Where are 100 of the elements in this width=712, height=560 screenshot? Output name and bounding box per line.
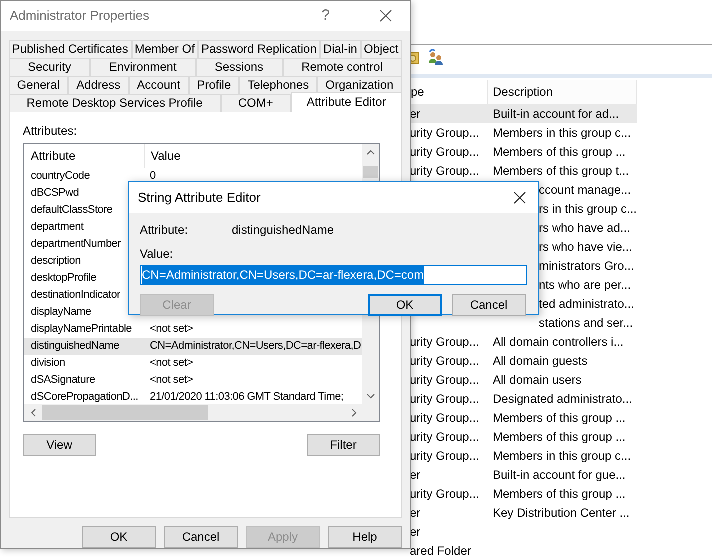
window-title: String Attribute Editor	[138, 188, 261, 207]
close-icon[interactable]	[380, 10, 392, 22]
table-cell: rs who have vie...	[539, 240, 632, 254]
tab[interactable]: Attribute Editor	[291, 92, 402, 112]
scroll-up-icon[interactable]	[366, 150, 374, 155]
list-row[interactable]: dSASignature <not set>	[24, 372, 362, 389]
tab[interactable]: Sessions	[196, 58, 283, 76]
table-cell: urity Group...	[410, 372, 480, 386]
users-icon[interactable]	[428, 49, 444, 66]
list-row[interactable]: urity Group... Members in this group c...	[410, 123, 637, 142]
tab[interactable]: Object	[360, 40, 402, 58]
list-row[interactable]: division <not set>	[24, 355, 362, 372]
column-header[interactable]: Description	[493, 83, 554, 101]
list-row[interactable]: urity Group... Members of this group ...	[410, 142, 637, 161]
tab[interactable]: Security	[9, 58, 90, 76]
table-cell: 21/01/2020 11:03:06 GMT Standard Time;	[150, 391, 344, 404]
list-row[interactable]: urity Group... All domain users	[410, 370, 637, 389]
tab[interactable]: Remote Desktop Services Profile	[9, 94, 221, 112]
tab[interactable]: Remote control	[282, 58, 402, 76]
tab[interactable]: Password Replication	[198, 40, 320, 58]
tab[interactable]: Profile	[188, 76, 240, 94]
attribute-name: distinguishedName	[232, 222, 334, 239]
dialog-button[interactable]: OK	[368, 294, 442, 316]
horizontal-scrollbar[interactable]	[24, 404, 379, 421]
column-header[interactable]: pe	[411, 83, 424, 101]
tab[interactable]: Member Of	[132, 40, 198, 58]
attributes-label: Attributes:	[23, 124, 78, 139]
table-cell: Built-in account for ad...	[493, 106, 620, 120]
list-row[interactable]: urity Group... Members of this group ...	[410, 427, 637, 446]
list-row[interactable]: urity Group... Members of this group t...	[410, 161, 637, 180]
table-cell: All domain controllers i...	[493, 334, 624, 348]
dialog-button[interactable]: Cancel	[452, 294, 526, 316]
tab[interactable]: COM+	[220, 94, 292, 112]
list-row[interactable]: distinguishedName CN=Administrator,CN=Users,DC=ar-flexera,D	[24, 338, 362, 355]
table-cell: Built-in account for gue...	[493, 468, 626, 482]
column-header[interactable]: Value	[151, 149, 181, 163]
table-cell: urity Group...	[410, 354, 480, 368]
table-cell: dSASignature	[31, 374, 96, 386]
table-cell: Members of this group ...	[493, 144, 626, 158]
dialog-button[interactable]: OK	[82, 526, 156, 548]
table-cell: destinationIndicator	[31, 289, 120, 302]
list-row[interactable]: countryCode 0	[24, 168, 362, 185]
table-cell: urity Group...	[410, 486, 480, 500]
attribute-label: Attribute:	[140, 222, 190, 239]
table-cell: urity Group...	[410, 392, 480, 406]
table-cell: dSCorePropagationD...	[31, 391, 138, 404]
table-cell: <not set>	[150, 357, 194, 370]
tab[interactable]: Environment	[90, 58, 196, 76]
table-cell: <not set>	[150, 323, 194, 336]
scroll-thumb[interactable]	[363, 166, 378, 178]
table-cell: Members of this group t...	[493, 164, 630, 178]
table-cell: Members in this group c...	[493, 126, 632, 140]
tab[interactable]: Dial-in	[320, 40, 361, 58]
scroll-thumb[interactable]	[42, 405, 208, 420]
table-cell: distinguishedName	[31, 340, 120, 352]
tab[interactable]: Address	[68, 76, 129, 94]
tab[interactable]: Telephones	[239, 76, 318, 94]
tab[interactable]: General	[9, 76, 68, 94]
list-row[interactable]: stations and ser...	[410, 313, 637, 332]
view-button[interactable]: View	[23, 434, 96, 456]
filter-button[interactable]: Filter	[307, 434, 380, 456]
list-row[interactable]: urity Group... Members of this group ...	[410, 408, 637, 427]
list-row[interactable]: dSCorePropagationD... 21/01/2020 11:03:06 GMT Standard Time;	[24, 389, 362, 406]
list-row[interactable]: urity Group... All domain controllers i...	[410, 332, 637, 351]
table-cell: urity Group...	[410, 448, 480, 462]
list-row[interactable]: urity Group... Members in this group c...	[410, 446, 637, 465]
close-icon[interactable]	[514, 192, 526, 204]
list-row[interactable]: urity Group... Designated administrato...	[410, 389, 637, 408]
table-cell: urity Group...	[410, 144, 480, 158]
table-cell: rs in this group c...	[538, 202, 637, 216]
table-cell: urity Group...	[410, 410, 480, 424]
table-cell: ccount manage...	[539, 182, 632, 196]
tab[interactable]: Account	[128, 76, 189, 94]
list-row[interactable]: ared Folder	[410, 541, 637, 560]
table-cell: 0	[150, 170, 156, 182]
table-cell: rs who have ad...	[539, 220, 630, 234]
table-cell: All domain guests	[493, 354, 588, 368]
scroll-down-icon[interactable]	[366, 394, 374, 399]
table-cell: urity Group...	[410, 164, 480, 178]
scroll-left-icon[interactable]	[31, 408, 36, 416]
list-row[interactable]: urity Group... Members of this group ...	[410, 484, 637, 503]
dialog-button[interactable]: Help	[328, 526, 402, 548]
table-cell: defaultClassStore	[31, 204, 113, 216]
tab[interactable]: Published Certificates	[9, 40, 132, 58]
window-title: Administrator Properties	[10, 7, 150, 26]
table-cell: All domain users	[493, 372, 582, 386]
value-field[interactable]: CN=Administrator,CN=Users,DC=ar-flexera,DC=com	[140, 265, 527, 285]
column-header[interactable]: Attribute	[31, 147, 76, 165]
dialog-button[interactable]: Cancel	[164, 526, 238, 548]
table-cell: Designated administrato...	[493, 392, 632, 406]
scroll-right-icon[interactable]	[352, 408, 357, 416]
table-cell: Members of this group ...	[493, 486, 626, 500]
table-cell: Members of this group ...	[493, 410, 626, 424]
table-cell: countryCode	[31, 170, 90, 182]
list-row[interactable]: urity Group... All domain guests	[410, 351, 637, 370]
list-row[interactable]: displayNamePrintable <not set>	[24, 321, 362, 338]
help-button[interactable]: ?	[322, 4, 330, 28]
table-cell: <not set>	[150, 374, 194, 386]
table-cell: displayNamePrintable	[31, 323, 132, 336]
table-cell: urity Group...	[410, 126, 480, 140]
